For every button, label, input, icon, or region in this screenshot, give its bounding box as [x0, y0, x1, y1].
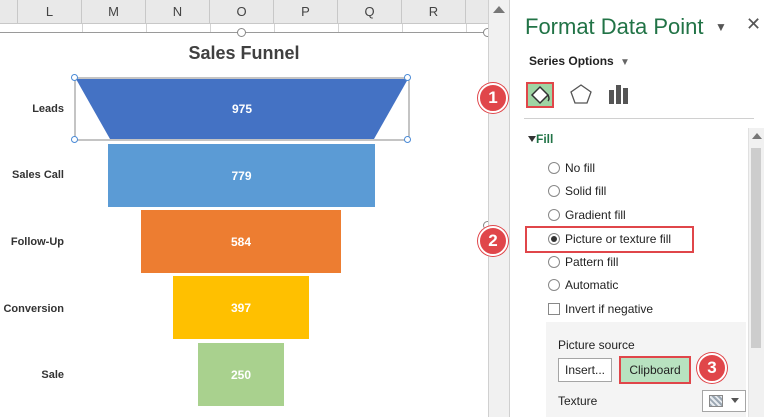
texture-picker[interactable]	[702, 390, 746, 412]
radio-button[interactable]	[548, 279, 560, 291]
category-label-follow-up: Follow-Up	[10, 236, 64, 248]
checkbox[interactable]	[548, 303, 560, 315]
picture-source-label: Picture source	[558, 338, 635, 352]
step-marker-3: 3	[697, 353, 727, 383]
option-label: Gradient fill	[565, 208, 626, 222]
bar-value-label: 779	[231, 168, 252, 183]
bar-selection-handle[interactable]	[71, 136, 78, 143]
radio-button[interactable]	[548, 209, 560, 221]
column-headers: L M N O P Q R	[0, 0, 488, 24]
funnel-bar-follow-up[interactable]: 584	[141, 210, 341, 273]
funnel-bar-conversion[interactable]: 397	[173, 276, 309, 339]
bar-selection-handle[interactable]	[71, 74, 78, 81]
effects-tab[interactable]	[568, 82, 596, 108]
funnel-chart[interactable]: Sales Funnel 975 Leads Sales Call Follow…	[0, 28, 488, 417]
sheet-vertical-scrollbar[interactable]	[488, 0, 510, 417]
column-header-l[interactable]: L	[18, 0, 82, 24]
spreadsheet-area: L M N O P Q R Sales Funnel 975 Leads Sal…	[0, 0, 488, 417]
step-marker-2: 2	[478, 226, 508, 256]
column-header-o[interactable]: O	[210, 0, 274, 24]
bar-value-label: 584	[230, 234, 252, 249]
pane-title: Format Data Point	[525, 14, 704, 39]
column-header-r[interactable]: R	[402, 0, 466, 24]
step-marker-1: 1	[478, 83, 508, 113]
fill-section-header[interactable]: Fill	[536, 132, 553, 146]
funnel-bar-sale[interactable]: 250	[198, 343, 284, 406]
close-icon[interactable]: ✕	[746, 14, 761, 35]
column-header-n[interactable]: N	[146, 0, 210, 24]
funnel-bar-sales-call[interactable]: 779	[108, 144, 375, 207]
column-header-q[interactable]: Q	[338, 0, 402, 24]
funnel-bar-leads[interactable]: 975	[72, 75, 412, 143]
bar-value-label: 250	[230, 367, 252, 382]
radio-button[interactable]	[548, 162, 560, 174]
divider	[524, 118, 754, 119]
chevron-down-icon[interactable]: ▼	[620, 57, 630, 68]
bar-chart-icon	[609, 85, 628, 104]
format-data-point-pane: Format Data Point ▼ ✕ Series Options ▼ F…	[510, 0, 768, 417]
bar-selection-handle[interactable]	[404, 136, 411, 143]
option-label: Solid fill	[565, 184, 607, 198]
category-label-sales-call: Sales Call	[12, 169, 64, 181]
category-label-leads: Leads	[32, 103, 64, 115]
option-label: Automatic	[565, 278, 619, 292]
clipboard-button[interactable]: Clipboard	[619, 356, 691, 384]
option-label: No fill	[565, 161, 596, 175]
pane-options-dropdown-icon[interactable]: ▼	[715, 20, 727, 34]
paint-bucket-icon	[530, 85, 550, 105]
svg-text:975: 975	[232, 102, 252, 116]
scroll-up-arrow-icon[interactable]	[752, 133, 762, 139]
radio-button[interactable]	[548, 256, 560, 268]
bar-selection-handle[interactable]	[404, 74, 411, 81]
option-label: Picture or texture fill	[565, 232, 672, 246]
category-label-sale: Sale	[41, 369, 64, 381]
radio-button-selected[interactable]	[548, 233, 560, 245]
chevron-down-icon[interactable]	[731, 398, 739, 403]
texture-swatch-icon	[709, 395, 723, 407]
series-options-dropdown[interactable]: Series Options	[529, 54, 614, 68]
scroll-thumb[interactable]	[751, 148, 761, 348]
scroll-up-arrow-icon[interactable]	[493, 6, 505, 13]
insert-button[interactable]: Insert...	[558, 358, 612, 382]
fill-line-tab[interactable]	[526, 82, 554, 108]
radio-button[interactable]	[548, 185, 560, 197]
column-header-partial[interactable]	[0, 0, 18, 24]
series-options-tab[interactable]	[606, 82, 634, 108]
column-header-m[interactable]: M	[82, 0, 146, 24]
texture-label: Texture	[558, 394, 598, 408]
option-label: Invert if negative	[565, 302, 654, 316]
option-label: Pattern fill	[565, 255, 619, 269]
pane-scrollbar[interactable]	[748, 128, 764, 417]
pentagon-icon	[570, 84, 592, 104]
chart-title[interactable]: Sales Funnel	[0, 43, 488, 64]
bar-value-label: 397	[230, 300, 252, 315]
category-label-conversion: Conversion	[3, 303, 64, 315]
chart-resize-handle-top[interactable]	[237, 28, 246, 37]
column-header-p[interactable]: P	[274, 0, 338, 24]
collapse-triangle-icon[interactable]	[528, 136, 536, 142]
